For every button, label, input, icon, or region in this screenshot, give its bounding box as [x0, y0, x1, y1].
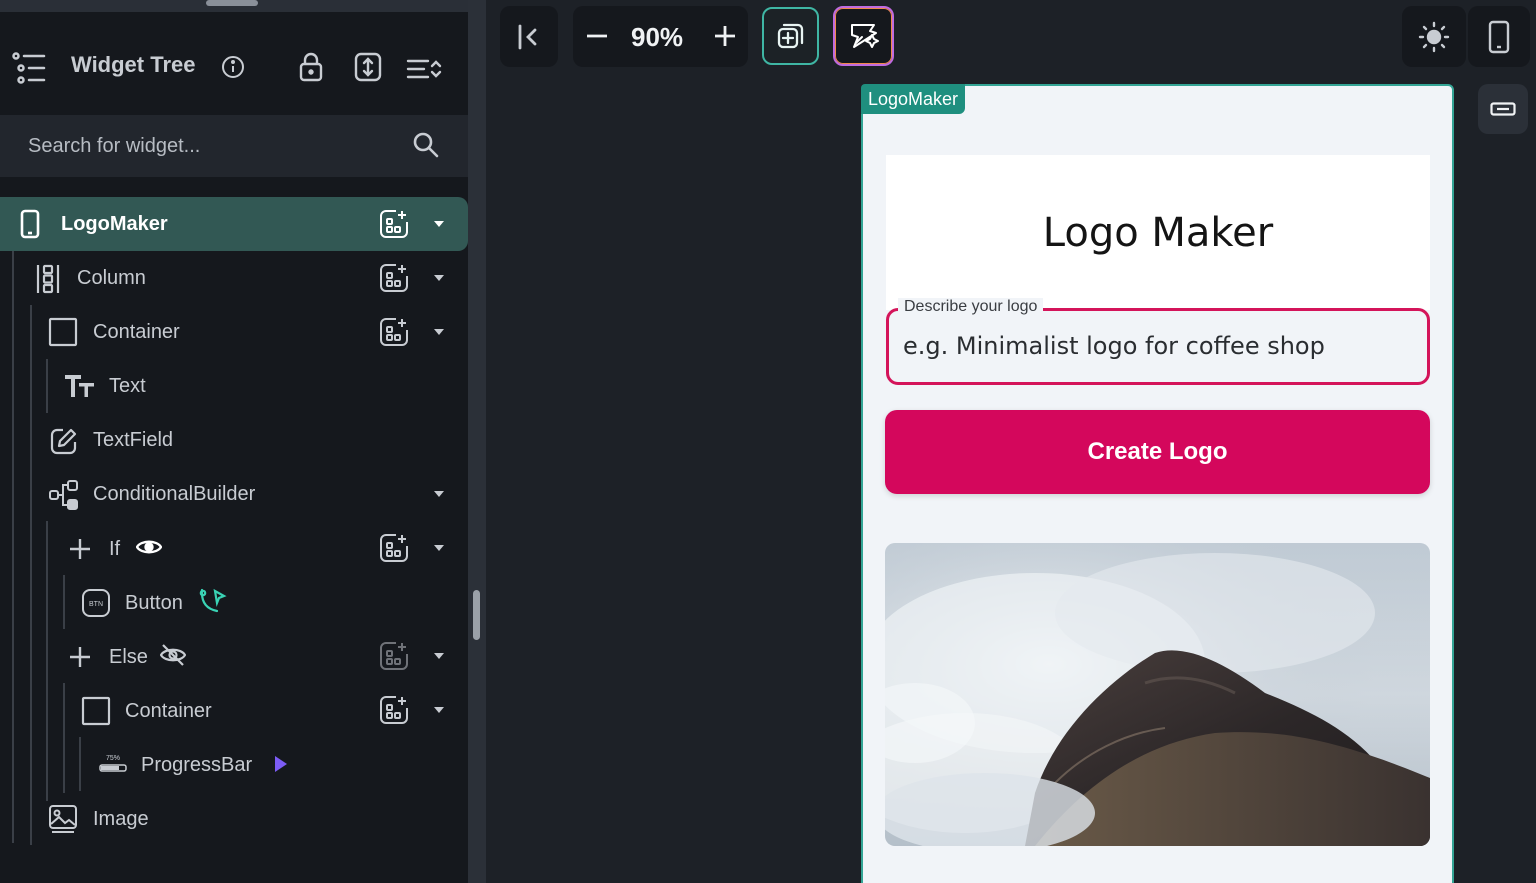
- chevron-down-icon[interactable]: [434, 221, 444, 227]
- tree-item-conditionalbuilder[interactable]: ConditionalBuilder: [32, 467, 468, 521]
- drag-grip[interactable]: [206, 0, 258, 6]
- image-icon: [48, 804, 78, 839]
- btn-icon: BTN: [81, 588, 111, 623]
- scrollbar[interactable]: [473, 590, 480, 640]
- widget-search: [0, 115, 468, 177]
- zoom-out-button[interactable]: [585, 24, 609, 53]
- tree-item-else[interactable]: Else: [48, 629, 468, 683]
- plus-icon: [715, 26, 735, 46]
- action-icon[interactable]: [199, 587, 227, 622]
- logo-image[interactable]: [885, 543, 1430, 846]
- tree-item-label: TextField: [93, 429, 174, 451]
- page-tag[interactable]: LogoMaker: [861, 84, 966, 114]
- tree-item-logomaker[interactable]: LogoMaker: [0, 197, 468, 251]
- add-widget-icon[interactable]: [379, 533, 409, 568]
- chevron-down-icon[interactable]: [434, 707, 444, 713]
- play-icon[interactable]: [275, 756, 287, 772]
- zoom-in-button[interactable]: [713, 24, 737, 53]
- textfield-icon: [50, 427, 78, 460]
- tree-item-container-else[interactable]: Container: [64, 683, 468, 737]
- list-icon: [12, 52, 46, 84]
- container-icon: [81, 696, 111, 731]
- tree-item-label: Button: [125, 592, 183, 614]
- tree-item-label: LogoMaker: [61, 213, 168, 235]
- container-icon: [48, 317, 78, 352]
- app-title[interactable]: Logo Maker: [886, 210, 1430, 256]
- field-label: Describe your logo: [898, 298, 1044, 316]
- add-widget-icon[interactable]: [379, 641, 409, 676]
- tree-item-label: Else: [109, 646, 148, 668]
- chevron-down-icon[interactable]: [434, 275, 444, 281]
- sun-icon: [1418, 21, 1450, 52]
- tree-item-if[interactable]: If: [48, 521, 468, 575]
- ai-generate-button[interactable]: [833, 6, 894, 66]
- create-logo-button[interactable]: Create Logo: [885, 410, 1430, 494]
- add-widget-icon[interactable]: [379, 209, 409, 244]
- chevron-down-icon[interactable]: [434, 545, 444, 551]
- magic-icon: [850, 24, 879, 48]
- keyboard-icon: [1490, 102, 1516, 116]
- eye-off-icon[interactable]: [159, 643, 187, 672]
- tree-item-column[interactable]: Column: [14, 251, 468, 305]
- tree-item-label: ConditionalBuilder: [93, 483, 256, 505]
- tree-item-image[interactable]: Image: [32, 791, 468, 845]
- tree-item-text[interactable]: Text: [48, 359, 468, 413]
- tree-item-button[interactable]: BTN Button: [64, 575, 468, 629]
- theme-toggle-button[interactable]: [1402, 6, 1466, 67]
- panel-divider[interactable]: [468, 0, 486, 883]
- tree-guide: [12, 251, 14, 843]
- tree-item-label: ProgressBar: [141, 754, 253, 776]
- plus-icon[interactable]: [69, 538, 91, 565]
- info-icon[interactable]: [221, 55, 245, 79]
- tree-item-label: If: [109, 538, 121, 560]
- search-icon[interactable]: [412, 131, 440, 164]
- search-input[interactable]: [28, 133, 388, 159]
- eye-icon[interactable]: [135, 537, 163, 562]
- chevron-down-icon[interactable]: [434, 329, 444, 335]
- collapse-panel-button[interactable]: [500, 6, 558, 67]
- tree-item-label: Container: [93, 321, 180, 343]
- tree-guide: [30, 305, 32, 845]
- tree-item-label: Container: [125, 700, 212, 722]
- column-icon: [36, 263, 60, 300]
- lock-icon[interactable]: [299, 52, 323, 82]
- keyboard-toggle-button[interactable]: [1478, 84, 1528, 134]
- collapse-left-icon: [518, 24, 537, 49]
- progressbar-icon: 75%: [98, 753, 128, 780]
- device-button[interactable]: [1468, 6, 1530, 67]
- wave-rock-image: [885, 543, 1430, 846]
- logo-description-input[interactable]: [903, 330, 1403, 362]
- device-icon: [1488, 20, 1510, 53]
- svg-text:BTN: BTN: [89, 601, 103, 608]
- expand-vertical-icon[interactable]: [354, 52, 382, 82]
- add-widget-icon[interactable]: [379, 317, 409, 352]
- chevron-down-icon[interactable]: [434, 491, 444, 497]
- plus-icon[interactable]: [69, 646, 91, 673]
- svg-text:75%: 75%: [106, 755, 120, 762]
- phone-icon: [20, 209, 40, 244]
- widget-tree-panel: Widget Tree LogoMaker: [0, 0, 468, 883]
- tree-item-progressbar[interactable]: 75% ProgressBar: [80, 737, 468, 791]
- add-page-button[interactable]: [762, 7, 819, 65]
- tree-item-label: Text: [109, 375, 146, 397]
- panel-top-handle[interactable]: [0, 0, 468, 12]
- minus-icon: [587, 34, 607, 38]
- add-page-icon: [777, 23, 803, 49]
- panel-title: Widget Tree: [71, 52, 196, 77]
- add-widget-icon[interactable]: [379, 263, 409, 298]
- zoom-level: 90%: [631, 22, 684, 52]
- sort-icon[interactable]: [406, 58, 444, 80]
- tree-item-label: Image: [93, 808, 149, 830]
- tree-item-container[interactable]: Container: [32, 305, 468, 359]
- widget-tree-header: Widget Tree: [0, 12, 468, 115]
- tree-item-textfield[interactable]: TextField: [32, 413, 468, 467]
- zoom-control: 90%: [573, 6, 748, 67]
- text-icon: [64, 373, 96, 404]
- chevron-down-icon[interactable]: [434, 653, 444, 659]
- tree-item-label: Column: [77, 267, 146, 289]
- conditional-icon: [48, 479, 80, 516]
- add-widget-icon[interactable]: [379, 695, 409, 730]
